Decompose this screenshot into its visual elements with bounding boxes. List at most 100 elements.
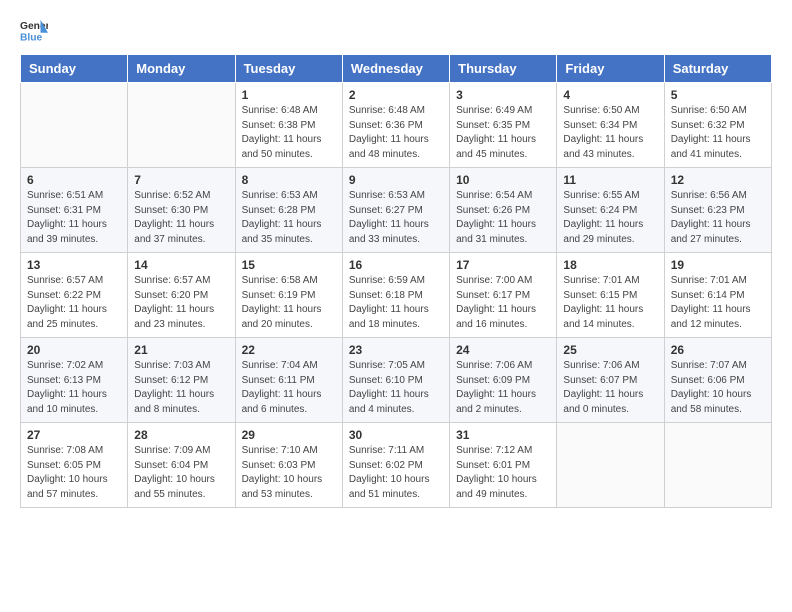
day-info: Sunrise: 6:59 AM Sunset: 6:18 PM Dayligh… — [349, 274, 443, 332]
day-number: 19 — [671, 258, 765, 272]
day-info: Sunrise: 6:48 AM Sunset: 6:38 PM Dayligh… — [242, 104, 336, 162]
day-number: 15 — [242, 258, 336, 272]
day-cell: 9 Sunrise: 6:53 AM Sunset: 6:27 PM Daylig… — [342, 168, 449, 253]
day-info: Sunrise: 7:01 AM Sunset: 6:15 PM Dayligh… — [563, 274, 657, 332]
day-info: Sunrise: 7:12 AM Sunset: 6:01 PM Dayligh… — [456, 444, 550, 502]
day-cell: 20Sunrise: 7:02 AM Sunset: 6:13 PM Dayli… — [21, 338, 128, 423]
day-info: Sunrise: 6:53 AM Sunset: 6:28 PM Dayligh… — [242, 189, 336, 247]
week-row-1: 1 Sunrise: 6:48 AM Sunset: 6:38 PM Daylig… — [21, 83, 772, 168]
day-number: 24 — [456, 343, 550, 357]
day-cell: 24 Sunrise: 7:06 AM Sunset: 6:09 PM Dayli… — [450, 338, 557, 423]
day-info: Sunrise: 6:58 AM Sunset: 6:19 PM Dayligh… — [242, 274, 336, 332]
logo: General Blue — [20, 16, 48, 44]
day-info: Sunrise: 6:56 AM Sunset: 6:23 PM Dayligh… — [671, 189, 765, 247]
day-info: Sunrise: 6:50 AM Sunset: 6:32 PM Dayligh… — [671, 104, 765, 162]
day-number: 31 — [456, 428, 550, 442]
day-info: Sunrise: 7:11 AM Sunset: 6:02 PM Dayligh… — [349, 444, 443, 502]
day-info: Sunrise: 6:57 AM Sunset: 6:20 PM Dayligh… — [134, 274, 228, 332]
day-number: 28 — [134, 428, 228, 442]
svg-text:Blue: Blue — [20, 32, 43, 43]
day-cell: 1 Sunrise: 6:48 AM Sunset: 6:38 PM Daylig… — [235, 83, 342, 168]
day-cell: 6Sunrise: 6:51 AM Sunset: 6:31 PM Daylig… — [21, 168, 128, 253]
day-cell — [128, 83, 235, 168]
day-cell: 5 Sunrise: 6:50 AM Sunset: 6:32 PM Daylig… — [664, 83, 771, 168]
day-number: 23 — [349, 343, 443, 357]
day-number: 18 — [563, 258, 657, 272]
day-number: 11 — [563, 173, 657, 187]
day-info: Sunrise: 7:04 AM Sunset: 6:11 PM Dayligh… — [242, 359, 336, 417]
day-cell: 10 Sunrise: 6:54 AM Sunset: 6:26 PM Dayli… — [450, 168, 557, 253]
day-cell: 30Sunrise: 7:11 AM Sunset: 6:02 PM Dayli… — [342, 423, 449, 508]
day-cell — [557, 423, 664, 508]
day-cell: 11 Sunrise: 6:55 AM Sunset: 6:24 PM Dayli… — [557, 168, 664, 253]
day-cell: 17 Sunrise: 7:00 AM Sunset: 6:17 PM Dayli… — [450, 253, 557, 338]
day-info: Sunrise: 6:51 AM Sunset: 6:31 PM Dayligh… — [27, 189, 121, 247]
day-number: 5 — [671, 88, 765, 102]
day-info: Sunrise: 6:48 AM Sunset: 6:36 PM Dayligh… — [349, 104, 443, 162]
day-info: Sunrise: 7:06 AM Sunset: 6:09 PM Dayligh… — [456, 359, 550, 417]
day-info: Sunrise: 7:01 AM Sunset: 6:14 PM Dayligh… — [671, 274, 765, 332]
day-number: 12 — [671, 173, 765, 187]
day-cell: 25 Sunrise: 7:06 AM Sunset: 6:07 PM Dayli… — [557, 338, 664, 423]
day-number: 13 — [27, 258, 121, 272]
day-number: 17 — [456, 258, 550, 272]
day-number: 27 — [27, 428, 121, 442]
logo-icon: General Blue — [20, 16, 48, 44]
day-cell: 23 Sunrise: 7:05 AM Sunset: 6:10 PM Dayli… — [342, 338, 449, 423]
day-cell: 15 Sunrise: 6:58 AM Sunset: 6:19 PM Dayli… — [235, 253, 342, 338]
day-info: Sunrise: 7:03 AM Sunset: 6:12 PM Dayligh… — [134, 359, 228, 417]
day-info: Sunrise: 7:08 AM Sunset: 6:05 PM Dayligh… — [27, 444, 121, 502]
day-cell: 18 Sunrise: 7:01 AM Sunset: 6:15 PM Dayli… — [557, 253, 664, 338]
day-info: Sunrise: 7:00 AM Sunset: 6:17 PM Dayligh… — [456, 274, 550, 332]
day-number: 14 — [134, 258, 228, 272]
day-number: 25 — [563, 343, 657, 357]
day-info: Sunrise: 6:50 AM Sunset: 6:34 PM Dayligh… — [563, 104, 657, 162]
day-info: Sunrise: 7:07 AM Sunset: 6:06 PM Dayligh… — [671, 359, 765, 417]
day-cell: 8 Sunrise: 6:53 AM Sunset: 6:28 PM Daylig… — [235, 168, 342, 253]
day-cell: 13 Sunrise: 6:57 AM Sunset: 6:22 PM Dayli… — [21, 253, 128, 338]
day-info: Sunrise: 6:55 AM Sunset: 6:24 PM Dayligh… — [563, 189, 657, 247]
day-cell: 26 Sunrise: 7:07 AM Sunset: 6:06 PM Dayli… — [664, 338, 771, 423]
day-info: Sunrise: 6:49 AM Sunset: 6:35 PM Dayligh… — [456, 104, 550, 162]
day-cell: 19 Sunrise: 7:01 AM Sunset: 6:14 PM Dayli… — [664, 253, 771, 338]
day-number: 22 — [242, 343, 336, 357]
weekday-header-thursday: Thursday — [450, 55, 557, 83]
day-cell: 28 Sunrise: 7:09 AM Sunset: 6:04 PM Dayli… — [128, 423, 235, 508]
weekday-header-sunday: Sunday — [21, 55, 128, 83]
day-info: Sunrise: 7:06 AM Sunset: 6:07 PM Dayligh… — [563, 359, 657, 417]
page-header: General Blue — [20, 16, 772, 44]
week-row-3: 13 Sunrise: 6:57 AM Sunset: 6:22 PM Dayli… — [21, 253, 772, 338]
day-number: 7 — [134, 173, 228, 187]
day-cell: 27 Sunrise: 7:08 AM Sunset: 6:05 PM Dayli… — [21, 423, 128, 508]
day-cell: 3 Sunrise: 6:49 AM Sunset: 6:35 PM Daylig… — [450, 83, 557, 168]
weekday-header-monday: Monday — [128, 55, 235, 83]
day-info: Sunrise: 7:09 AM Sunset: 6:04 PM Dayligh… — [134, 444, 228, 502]
day-cell: 7 Sunrise: 6:52 AM Sunset: 6:30 PM Daylig… — [128, 168, 235, 253]
week-row-4: 20Sunrise: 7:02 AM Sunset: 6:13 PM Dayli… — [21, 338, 772, 423]
week-row-5: 27 Sunrise: 7:08 AM Sunset: 6:05 PM Dayli… — [21, 423, 772, 508]
day-info: Sunrise: 6:57 AM Sunset: 6:22 PM Dayligh… — [27, 274, 121, 332]
weekday-header-friday: Friday — [557, 55, 664, 83]
day-cell: 16Sunrise: 6:59 AM Sunset: 6:18 PM Dayli… — [342, 253, 449, 338]
day-number: 1 — [242, 88, 336, 102]
day-cell — [664, 423, 771, 508]
day-number: 3 — [456, 88, 550, 102]
day-number: 8 — [242, 173, 336, 187]
day-number: 26 — [671, 343, 765, 357]
day-cell: 22 Sunrise: 7:04 AM Sunset: 6:11 PM Dayli… — [235, 338, 342, 423]
day-info: Sunrise: 6:53 AM Sunset: 6:27 PM Dayligh… — [349, 189, 443, 247]
day-info: Sunrise: 6:54 AM Sunset: 6:26 PM Dayligh… — [456, 189, 550, 247]
weekday-header-wednesday: Wednesday — [342, 55, 449, 83]
day-info: Sunrise: 7:05 AM Sunset: 6:10 PM Dayligh… — [349, 359, 443, 417]
day-number: 10 — [456, 173, 550, 187]
day-number: 21 — [134, 343, 228, 357]
day-cell — [21, 83, 128, 168]
day-cell: 4 Sunrise: 6:50 AM Sunset: 6:34 PM Daylig… — [557, 83, 664, 168]
day-cell: 14 Sunrise: 6:57 AM Sunset: 6:20 PM Dayli… — [128, 253, 235, 338]
day-cell: 2 Sunrise: 6:48 AM Sunset: 6:36 PM Daylig… — [342, 83, 449, 168]
day-info: Sunrise: 6:52 AM Sunset: 6:30 PM Dayligh… — [134, 189, 228, 247]
day-number: 20 — [27, 343, 121, 357]
day-number: 4 — [563, 88, 657, 102]
day-number: 2 — [349, 88, 443, 102]
day-number: 9 — [349, 173, 443, 187]
